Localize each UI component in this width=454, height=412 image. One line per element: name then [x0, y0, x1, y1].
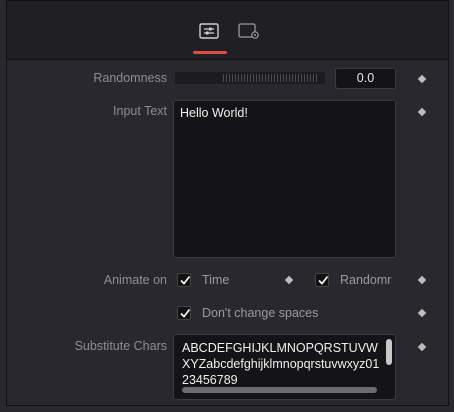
- animate-random-checkbox[interactable]: [315, 273, 329, 287]
- randomness-value-input[interactable]: 0.0: [335, 68, 396, 89]
- settings-tab-icon[interactable]: [238, 23, 259, 39]
- input-text-field[interactable]: Hello World!: [173, 100, 396, 258]
- animate-on-keyframe-icon[interactable]: [417, 275, 427, 285]
- substitute-chars-vertical-scrollbar[interactable]: [386, 339, 392, 365]
- animate-random-label: Randomr: [340, 273, 392, 287]
- inspector-panel: Randomness 0.0 Input Text Hello World! A…: [6, 0, 449, 406]
- dont-change-spaces-label: Don't change spaces: [202, 306, 319, 320]
- randomness-label: Randomness: [93, 71, 167, 85]
- tab-bar: [7, 1, 448, 60]
- dont-change-spaces-checkbox[interactable]: [177, 306, 191, 320]
- substitute-chars-keyframe-icon[interactable]: [417, 342, 427, 352]
- input-text-keyframe-icon[interactable]: [417, 107, 427, 117]
- substitute-chars-label: Substitute Chars: [74, 339, 167, 353]
- active-tab-indicator: [193, 51, 227, 54]
- substitute-chars-horizontal-scrollbar[interactable]: [182, 387, 377, 393]
- randomness-keyframe-icon[interactable]: [417, 74, 427, 84]
- animate-time-keyframe-icon[interactable]: [284, 275, 294, 285]
- dont-change-spaces-keyframe-icon[interactable]: [417, 308, 427, 318]
- substitute-chars-text: ABCDEFGHIJKLMNOPQRSTUVWXYZabcdefghijklmn…: [182, 341, 380, 387]
- animate-on-label: Animate on: [103, 273, 167, 287]
- substitute-chars-field[interactable]: ABCDEFGHIJKLMNOPQRSTUVWXYZabcdefghijklmn…: [173, 334, 396, 400]
- animate-time-label: Time: [202, 273, 230, 287]
- controls-tab-icon[interactable]: [199, 23, 219, 39]
- input-text-label: Input Text: [113, 104, 167, 118]
- animate-time-checkbox[interactable]: [177, 273, 191, 287]
- randomness-slider[interactable]: [175, 72, 325, 84]
